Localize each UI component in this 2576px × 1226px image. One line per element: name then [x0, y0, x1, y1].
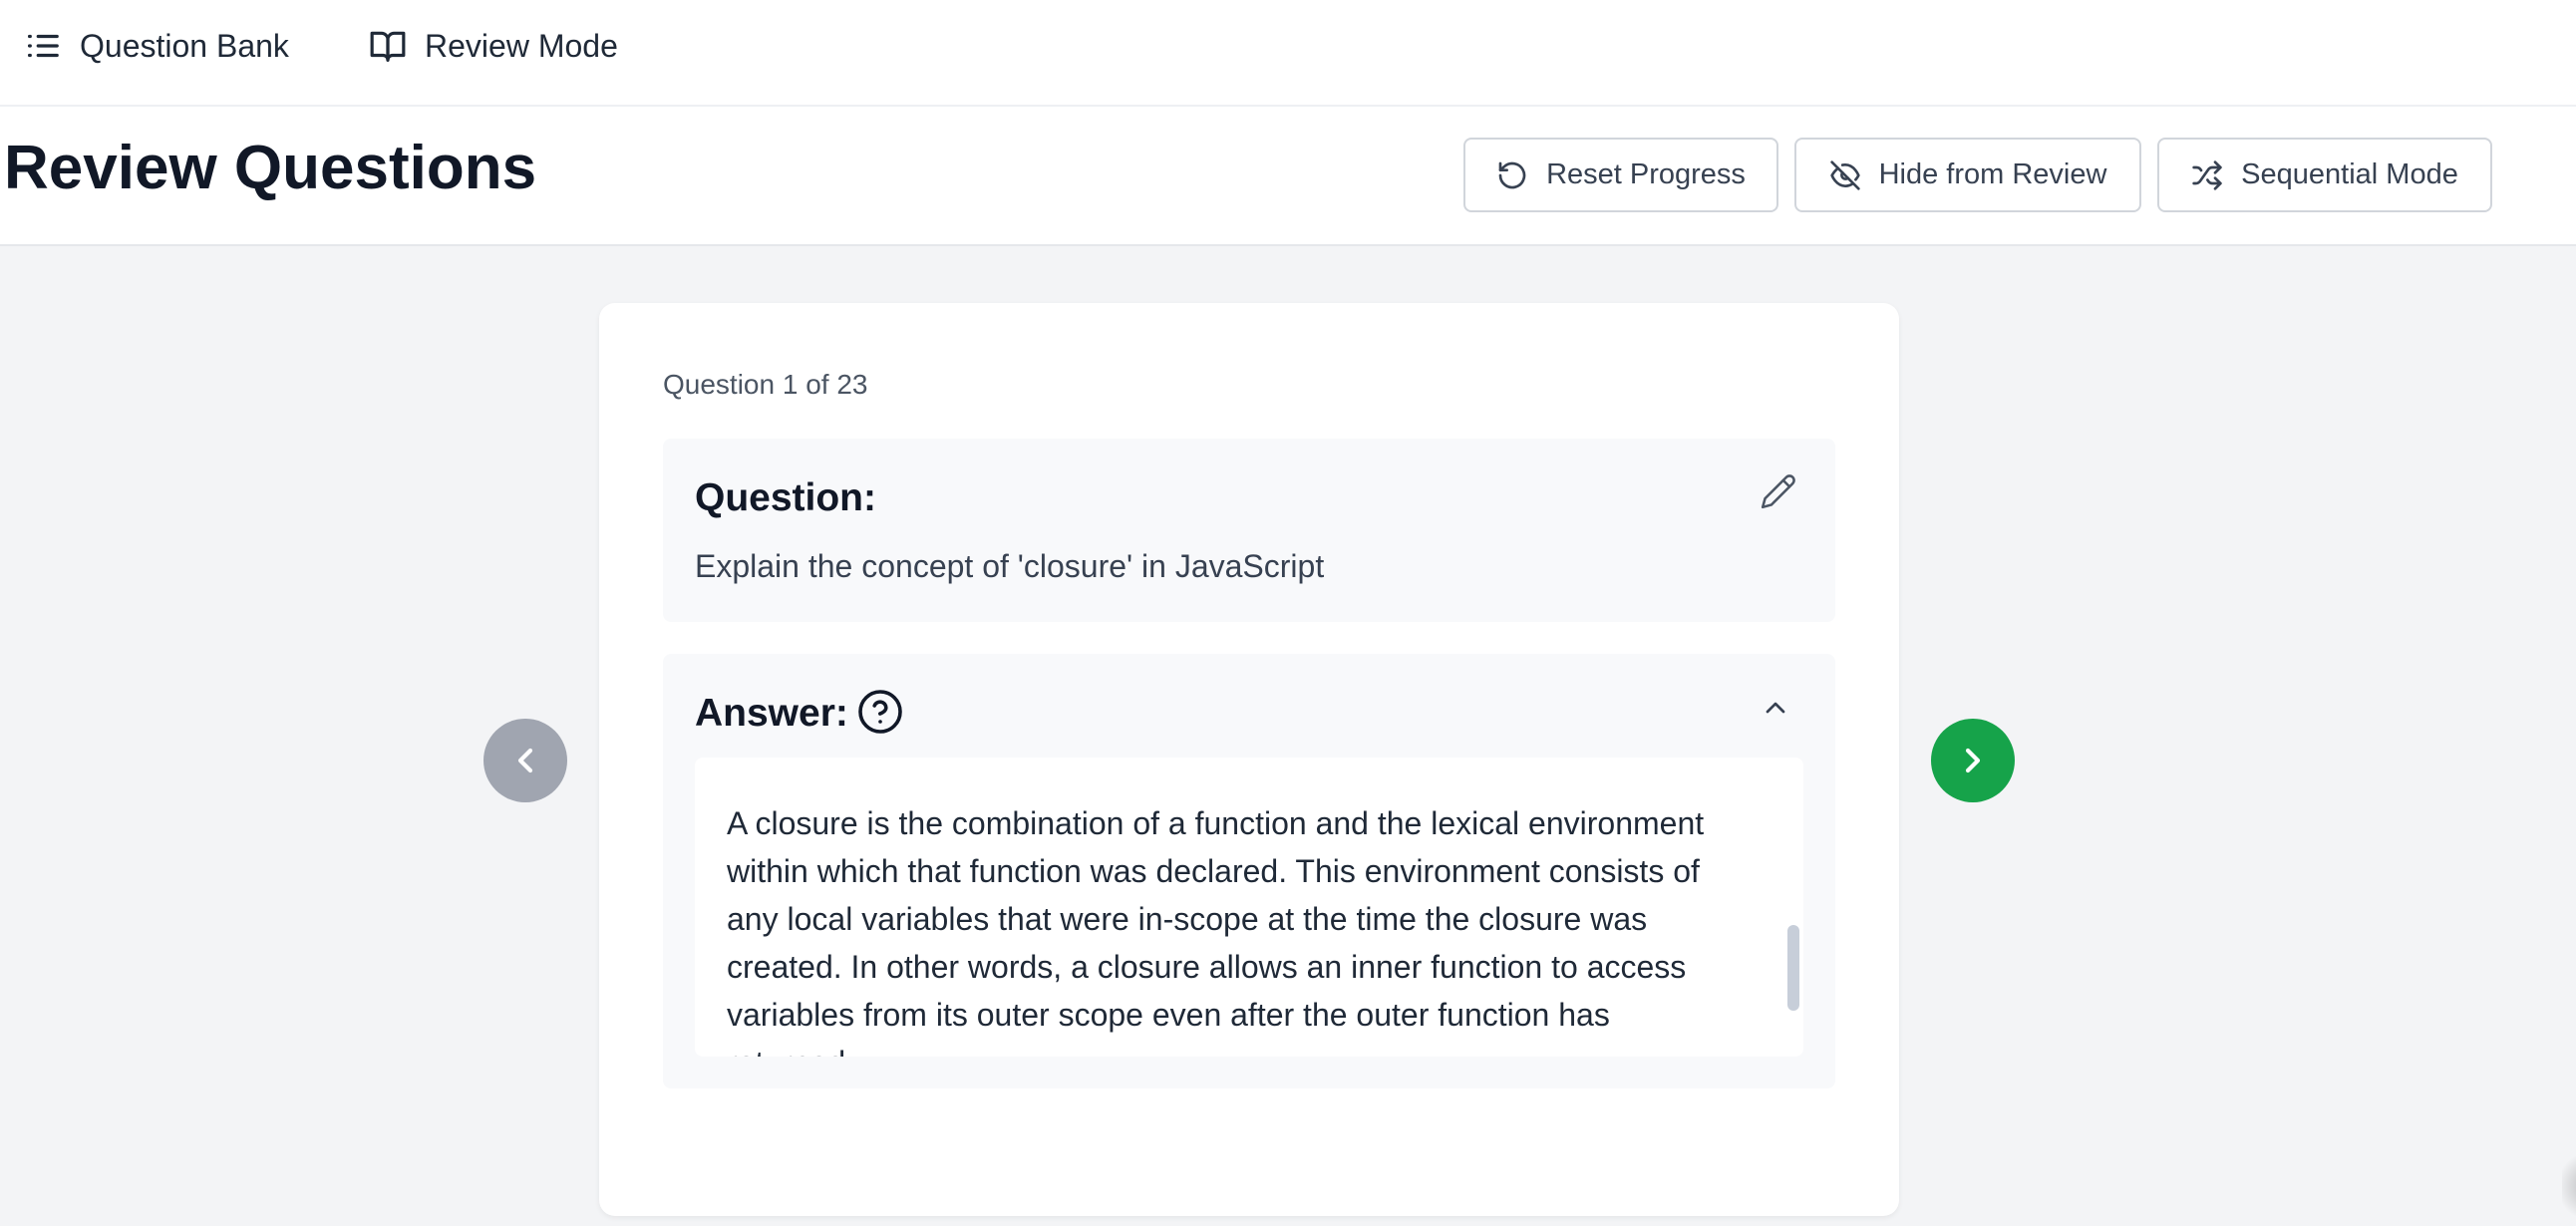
top-nav: Question Bank Review Mode [0, 0, 2576, 107]
hide-from-review-label: Hide from Review [1878, 158, 2107, 190]
sequential-mode-label: Sequential Mode [2241, 158, 2458, 190]
nav-question-bank-label: Question Bank [80, 27, 289, 64]
nav-review-mode-label: Review Mode [425, 27, 618, 64]
nav-review-mode[interactable]: Review Mode [369, 0, 618, 92]
answer-scrollbar[interactable] [1787, 925, 1799, 1011]
answer-content[interactable]: A closure is the combination of a functi… [695, 758, 1803, 1057]
shuffle-icon [2192, 159, 2222, 190]
review-card: Question 1 of 23 Question: Explain the c… [599, 303, 1899, 1216]
help-circle-icon[interactable] [856, 688, 904, 736]
edit-pencil-icon[interactable] [1760, 472, 1797, 510]
sequential-mode-button[interactable]: Sequential Mode [2157, 138, 2492, 212]
reset-progress-button[interactable]: Reset Progress [1463, 138, 1778, 212]
next-question-button[interactable] [1931, 719, 2015, 802]
previous-question-button[interactable] [483, 719, 567, 802]
chevron-left-icon [517, 748, 533, 773]
hide-from-review-button[interactable]: Hide from Review [1794, 138, 2141, 212]
page-title: Review Questions [4, 134, 537, 202]
list-icon [27, 34, 59, 58]
rotate-ccw-icon [1498, 161, 1526, 188]
question-panel: Question: Explain the concept of 'closur… [663, 439, 1835, 622]
answer-panel: Answer: A closure is the combination of … [663, 654, 1835, 1088]
eye-off-icon [1829, 159, 1860, 190]
answer-heading: Answer: [695, 692, 848, 735]
nav-question-bank[interactable]: Question Bank [24, 0, 289, 92]
reset-progress-label: Reset Progress [1546, 158, 1746, 190]
chevron-right-icon [1965, 748, 1981, 773]
chevron-up-icon[interactable] [1760, 692, 1791, 724]
page-header: Review Questions Reset Progress Hide fro… [0, 107, 2576, 246]
question-counter: Question 1 of 23 [663, 369, 868, 400]
question-heading: Question: [695, 476, 876, 519]
answer-text: A closure is the combination of a functi… [727, 805, 1705, 1057]
question-text: Explain the concept of 'closure' in Java… [695, 548, 1325, 584]
corner-shadow [2562, 1146, 2576, 1226]
book-open-icon [370, 31, 406, 62]
